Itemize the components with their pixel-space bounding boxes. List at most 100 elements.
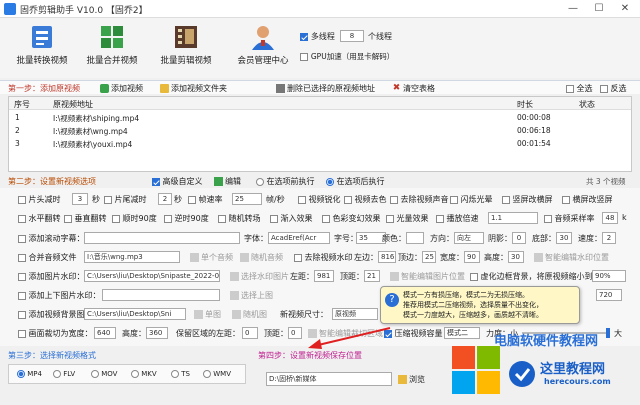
fade-option[interactable]: 渐入效果 bbox=[270, 213, 313, 224]
subtitle-option[interactable]: 添加滚动字幕： bbox=[18, 233, 85, 244]
background-image-option[interactable]: 添加视频背景图片 bbox=[18, 309, 93, 320]
img-left-input[interactable]: 981 bbox=[314, 270, 334, 282]
delete-selected-button[interactable]: 删除已选择的原视频地址 bbox=[276, 83, 375, 94]
format-wmv[interactable]: WMV bbox=[203, 370, 231, 378]
crop-width-input[interactable]: 640 bbox=[94, 327, 116, 339]
gpu-checkbox[interactable] bbox=[300, 52, 308, 61]
crop-left-input[interactable]: 0 bbox=[242, 327, 258, 339]
multithread-option[interactable]: 多线程 bbox=[300, 31, 335, 42]
direction-select[interactable]: 向左 bbox=[454, 232, 484, 244]
batch-convert-button[interactable]: 批量转换视频 bbox=[12, 22, 72, 76]
tail-cut-option[interactable]: 片尾减时 bbox=[104, 194, 147, 205]
vertical-to-horizontal-option[interactable]: 竖屏改横屏 bbox=[502, 194, 553, 205]
choose-top-image-button[interactable]: 选择上图 bbox=[230, 290, 273, 301]
browse-button[interactable]: 浏览 bbox=[398, 374, 425, 385]
vflip-option[interactable]: 垂直翻转 bbox=[64, 213, 107, 224]
table-row[interactable]: 3 I:\视频素材\youxi.mp4 00:01:54 bbox=[9, 138, 631, 150]
select-all-checkbox[interactable] bbox=[566, 84, 574, 93]
speed-select[interactable]: 1.1 bbox=[488, 212, 538, 224]
head-cut-input[interactable]: 3 bbox=[72, 193, 88, 205]
table-row[interactable]: 1 I:\视频素材\shiping.mp4 00:00:08 bbox=[9, 112, 631, 124]
subtitle-input[interactable] bbox=[84, 232, 240, 244]
decolor-option[interactable]: 视频去色 bbox=[344, 194, 387, 205]
virtual-border-option[interactable]: 虚化边框背景，将原视频缩小到 bbox=[470, 271, 593, 282]
format-mov[interactable]: MOV bbox=[91, 370, 117, 378]
hflip-option[interactable]: 水平翻转 bbox=[18, 213, 61, 224]
maximize-icon[interactable]: ☐ bbox=[586, 0, 612, 18]
batch-merge-button[interactable]: 批量合并视频 bbox=[82, 22, 142, 76]
bg-path-input[interactable]: C:\Users\liu\Desktop\Sni bbox=[84, 308, 186, 320]
close-icon[interactable]: ✕ bbox=[612, 0, 638, 18]
table-row[interactable]: 2 I:\视频素材\wng.mp4 00:06:18 bbox=[9, 125, 631, 137]
after-option[interactable]: 在选项后执行 bbox=[326, 176, 385, 187]
font-select[interactable]: AcadEref(Acr bbox=[268, 232, 330, 244]
thread-count-input[interactable]: 8 bbox=[340, 30, 364, 42]
format-ts[interactable]: TS bbox=[171, 370, 190, 378]
scroll-speed-input[interactable]: 2 bbox=[602, 232, 616, 244]
color-effect-option[interactable]: 色彩变幻效果 bbox=[322, 213, 381, 224]
topbottom-path-input[interactable] bbox=[102, 289, 220, 301]
clear-table-button[interactable]: ✖ 清空表格 bbox=[392, 83, 435, 94]
cw90-option[interactable]: 顺时90度 bbox=[112, 213, 157, 224]
advanced-option[interactable]: 高级自定义 bbox=[152, 176, 203, 187]
before-radio[interactable] bbox=[256, 177, 264, 186]
horizontal-to-vertical-option[interactable]: 横屏改竖屏 bbox=[562, 194, 613, 205]
wm-top-input[interactable]: 25 bbox=[422, 251, 436, 263]
batch-edit-button[interactable]: 批量剪辑视频 bbox=[156, 22, 216, 76]
speed-option[interactable]: 播放倍速 bbox=[436, 213, 479, 224]
wm-left-input[interactable]: 816 bbox=[378, 251, 396, 263]
color-picker[interactable] bbox=[406, 232, 424, 244]
smart-image-button[interactable]: 智能编辑图片位置 bbox=[390, 271, 465, 282]
single-audio-button[interactable]: 单个音频 bbox=[190, 252, 233, 263]
tail-cut-input[interactable]: 2 bbox=[158, 193, 172, 205]
gpu-option[interactable]: GPU加速（用显卡解码） bbox=[300, 51, 394, 62]
bottom-image-input[interactable]: 720 bbox=[596, 289, 622, 301]
remove-watermark-option[interactable]: 去除视频水印 bbox=[294, 252, 353, 263]
invert-checkbox[interactable] bbox=[600, 84, 608, 93]
format-mp4[interactable]: MP4 bbox=[17, 370, 42, 378]
topbottom-image-option[interactable]: 添加上下图片水印： bbox=[18, 290, 101, 301]
save-path-input[interactable]: D:\固桥\新媒体 bbox=[266, 372, 392, 386]
sharpen-option[interactable]: 视频锐化 bbox=[298, 194, 341, 205]
wm-height-input[interactable]: 30 bbox=[508, 251, 524, 263]
light-effect-option[interactable]: 光量效果 bbox=[386, 213, 429, 224]
merge-audio-option[interactable]: 合并音频文件 bbox=[18, 252, 77, 263]
fps-option[interactable]: 帧速率 bbox=[188, 194, 223, 205]
shrink-select[interactable]: 90% bbox=[592, 270, 626, 282]
ccw90-option[interactable]: 逆时90度 bbox=[164, 213, 209, 224]
random-transition-option[interactable]: 随机转场 bbox=[218, 213, 261, 224]
edit-button[interactable]: 编辑 bbox=[214, 176, 241, 187]
member-center-button[interactable]: 会员管理中心 bbox=[230, 22, 296, 76]
fps-input[interactable]: 25 bbox=[232, 193, 262, 205]
format-flv[interactable]: FLV bbox=[53, 370, 75, 378]
choose-image-button[interactable]: 选择水印图片 bbox=[230, 271, 289, 282]
new-size-select[interactable]: 原视频 bbox=[332, 308, 378, 320]
img-top-input[interactable]: 21 bbox=[364, 270, 380, 282]
image-watermark-option[interactable]: 添加图片水印： bbox=[18, 271, 85, 282]
invert-button[interactable]: 反选 bbox=[600, 83, 627, 94]
wm-width-input[interactable]: 90 bbox=[464, 251, 480, 263]
random-image-button[interactable]: 随机图 bbox=[232, 309, 267, 320]
audio-path-input[interactable]: I:\音乐\wng.mp3 bbox=[84, 251, 180, 263]
image-path-input[interactable]: C:\Users\liu\Desktop\Snipaste_2022-0 bbox=[84, 270, 220, 282]
format-mkv[interactable]: MKV bbox=[131, 370, 157, 378]
bottom-input[interactable]: 30 bbox=[556, 232, 572, 244]
flash-option[interactable]: 闪烁光晕 bbox=[450, 194, 493, 205]
add-folder-button[interactable]: 添加视频文件夹 bbox=[160, 83, 227, 94]
random-audio-button[interactable]: 随机音频 bbox=[240, 252, 283, 263]
crop-option[interactable]: 画面裁切为宽度： bbox=[18, 328, 93, 339]
single-image-button[interactable]: 单图 bbox=[194, 309, 221, 320]
smart-watermark-button[interactable]: 智能编辑水印位置 bbox=[534, 252, 609, 263]
mute-option[interactable]: 去除视频声音 bbox=[390, 194, 449, 205]
add-video-button[interactable]: 添加视频 bbox=[100, 83, 143, 94]
head-cut-option[interactable]: 片头减时 bbox=[18, 194, 61, 205]
select-all-button[interactable]: 全选 bbox=[566, 83, 593, 94]
after-radio[interactable] bbox=[326, 177, 334, 186]
before-option[interactable]: 在选项前执行 bbox=[256, 176, 315, 187]
advanced-checkbox[interactable] bbox=[152, 177, 160, 186]
crop-height-input[interactable]: 360 bbox=[146, 327, 168, 339]
sample-rate-input[interactable]: 48 bbox=[602, 212, 618, 224]
multithread-checkbox[interactable] bbox=[300, 32, 308, 41]
shadow-input[interactable]: 0 bbox=[512, 232, 526, 244]
minimize-icon[interactable]: — bbox=[560, 0, 586, 18]
